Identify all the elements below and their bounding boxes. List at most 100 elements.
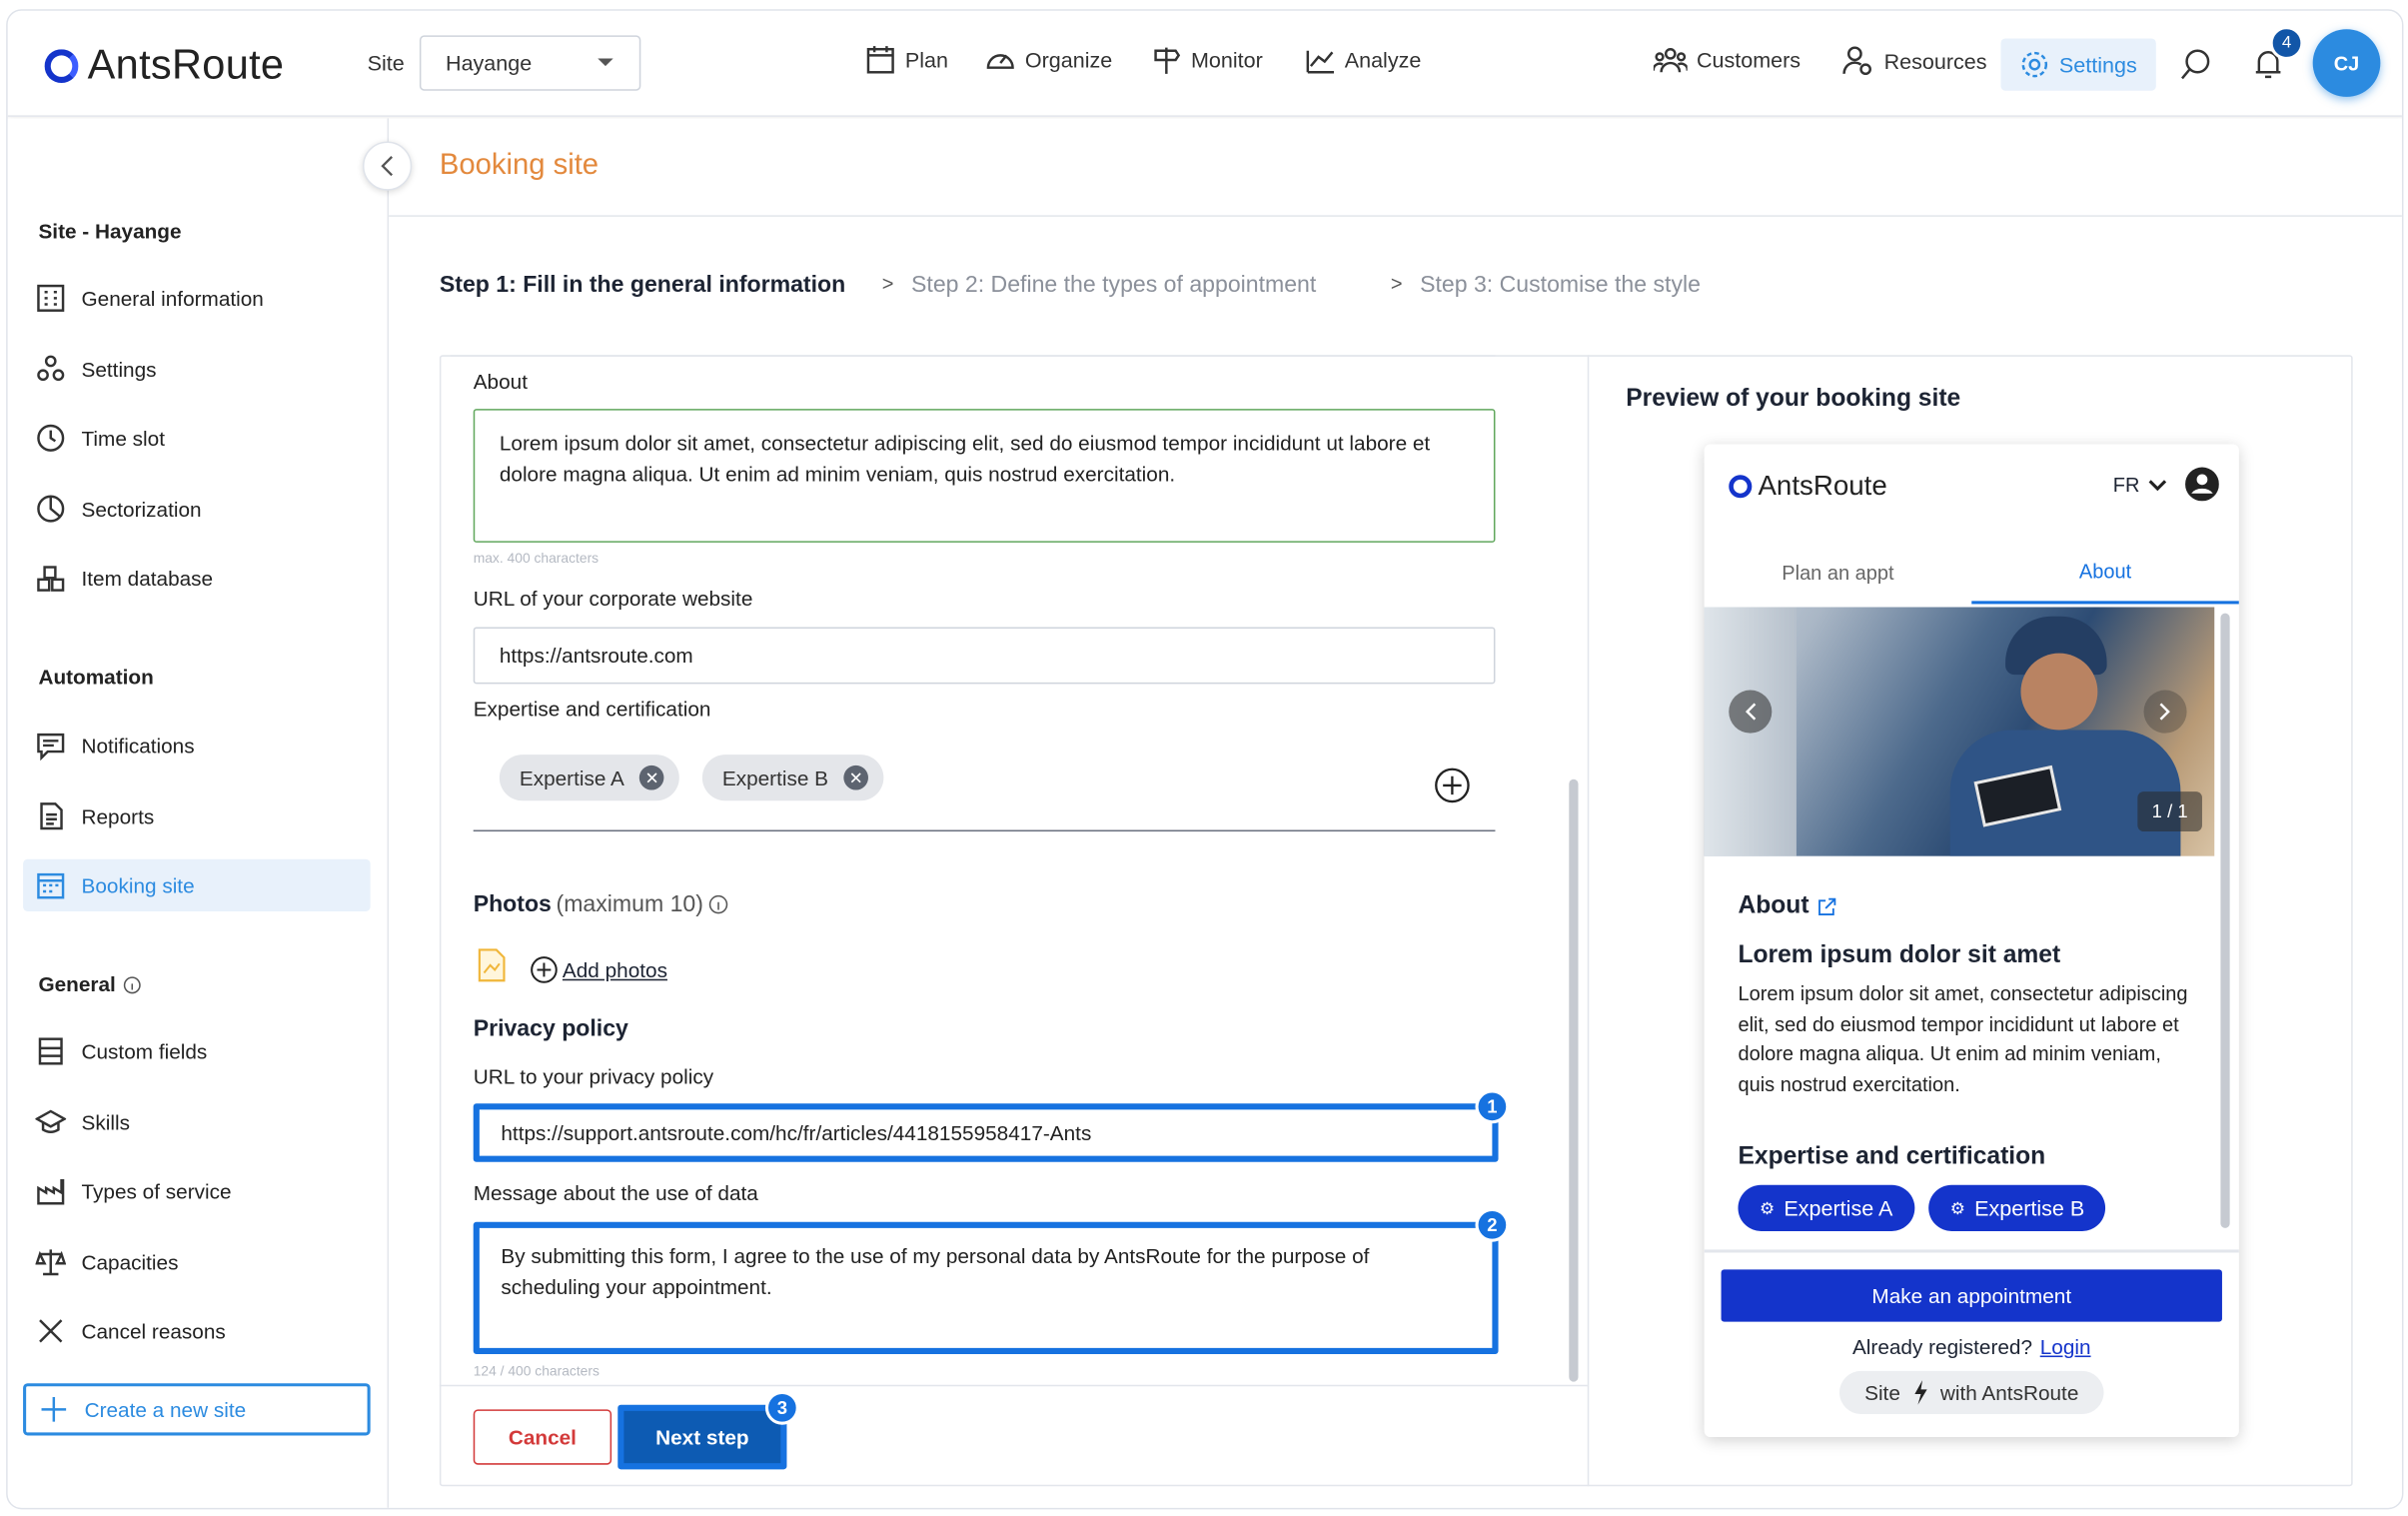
chevron-right-icon <box>2159 703 2170 721</box>
form-scrollbar[interactable] <box>1569 778 1579 1382</box>
preview-expertise-chip: ⚙ Expertise B <box>1928 1184 2106 1231</box>
cancel-button[interactable]: Cancel <box>473 1409 612 1465</box>
search-icon <box>2181 49 2210 80</box>
sidebar-item-notifications[interactable]: Notifications <box>23 720 371 771</box>
login-link[interactable]: Login <box>2040 1336 2091 1359</box>
preview-tab-plan[interactable]: Plan an appt <box>1705 540 1972 605</box>
preview-scrollbar[interactable] <box>2220 613 2230 1228</box>
site-select[interactable]: Hayange <box>419 35 641 91</box>
sidebar-item-general-information[interactable]: General information <box>23 272 371 324</box>
add-expertise-button[interactable] <box>1434 766 1471 811</box>
sidebar-item-types-of-service[interactable]: Types of service <box>23 1165 371 1217</box>
registered-text: Already registered? <box>1851 1335 2033 1359</box>
make-appointment-button[interactable]: Make an appointment <box>1721 1269 2222 1322</box>
chevron-down-icon <box>2149 479 2167 491</box>
privacy-url-input[interactable]: https://support.antsroute.com/hc/fr/arti… <box>473 1103 1499 1162</box>
preview-photo: 1 / 1 <box>1704 607 2215 856</box>
clock-icon <box>37 424 65 452</box>
nav-plan-label: Plan <box>904 47 948 73</box>
user-gear-icon <box>1842 46 1871 76</box>
preview-content-title: Lorem ipsum dolor sit amet <box>1738 941 2061 968</box>
sidebar-item-time-slot[interactable]: Time slot <box>23 412 371 464</box>
document-icon <box>40 802 63 830</box>
sidebar-item-skills[interactable]: Skills <box>23 1096 371 1148</box>
data-message-textarea[interactable]: By submitting this form, I agree to the … <box>473 1221 1499 1354</box>
about-textarea[interactable]: Lorem ipsum dolor sit amet, consectetur … <box>473 409 1496 543</box>
chart-icon <box>1306 50 1334 74</box>
nav-customers[interactable]: Customers <box>1653 45 1801 76</box>
signpost-icon <box>1154 47 1181 74</box>
expertise-chip[interactable]: Expertise B ✕ <box>701 755 884 801</box>
message-icon <box>37 733 65 761</box>
remove-chip-icon[interactable]: ✕ <box>639 764 664 790</box>
step-marker-1: 1 <box>1475 1089 1510 1124</box>
gear-icon: ⚙ <box>1949 1199 1965 1218</box>
about-label: About <box>473 370 528 394</box>
sidebar-item-sectorization[interactable]: Sectorization <box>23 483 371 535</box>
nav-analyze[interactable]: Analyze <box>1305 45 1421 76</box>
add-photos-button[interactable]: Add photos <box>531 956 667 984</box>
nav-settings[interactable]: Settings <box>2000 38 2156 91</box>
collapse-sidebar-button[interactable] <box>362 141 413 191</box>
nav-monitor-label: Monitor <box>1190 47 1263 73</box>
plus-circle-icon <box>531 956 558 983</box>
chevron-left-icon <box>1745 703 1757 721</box>
data-message-label: Message about the use of data <box>473 1181 758 1205</box>
sidebar-item-capacities[interactable]: Capacities <box>23 1236 371 1288</box>
create-site-button[interactable]: Create a new site <box>23 1383 371 1436</box>
photos-hint: (maximum 10) <box>556 891 703 918</box>
account-icon[interactable] <box>2185 467 2219 510</box>
step-marker-3: 3 <box>764 1390 799 1425</box>
divider <box>389 215 2402 217</box>
nav-resources[interactable]: Resources <box>1841 45 1987 79</box>
expertise-chip[interactable]: Expertise A ✕ <box>499 755 680 801</box>
preview-chip-label: Expertise B <box>1974 1195 2085 1221</box>
nav-monitor[interactable]: Monitor <box>1151 45 1263 76</box>
preview-expertise-heading: Expertise and certification <box>1738 1143 2046 1170</box>
calendar-icon <box>37 872 65 899</box>
step-separator: > <box>881 272 894 296</box>
logo[interactable]: AntsRoute <box>44 41 285 90</box>
remove-chip-icon[interactable]: ✕ <box>843 764 869 790</box>
sidebar-item-label: Types of service <box>81 1179 232 1203</box>
preview-expertise-chip: ⚙ Expertise A <box>1738 1184 1914 1231</box>
sidebar-section-automation: Automation <box>38 665 154 690</box>
website-input[interactable]: https://antsroute.com <box>473 627 1496 685</box>
search-button[interactable] <box>2179 48 2213 90</box>
graduation-cap-icon <box>35 1109 67 1133</box>
preview-tab-about[interactable]: About <box>1971 540 2239 605</box>
sidebar-item-custom-fields[interactable]: Custom fields <box>23 1025 371 1077</box>
sidebar-item-booking-site[interactable]: Booking site <box>23 858 371 912</box>
preview-title: Preview of your booking site <box>1626 386 1961 413</box>
step-3[interactable]: Step 3: Customise the style <box>1420 272 1701 298</box>
sidebar-item-cancel-reasons[interactable]: Cancel reasons <box>23 1305 371 1357</box>
nav-organize[interactable]: Organize <box>985 45 1112 76</box>
plus-icon <box>41 1397 67 1422</box>
photo-next-button[interactable] <box>2143 690 2187 734</box>
data-message-hint: 124 / 400 characters <box>473 1363 600 1379</box>
logo-text: AntsRoute <box>87 41 285 88</box>
language-value: FR <box>2112 473 2140 497</box>
sidebar-item-label: Sectorization <box>81 497 202 521</box>
preview-chip-label: Expertise A <box>1784 1195 1893 1221</box>
avatar[interactable]: CJ <box>2312 29 2381 97</box>
step-1[interactable]: Step 1: Fill in the general information <box>440 272 845 298</box>
sidebar-item-item-database[interactable]: Item database <box>23 552 371 604</box>
language-select[interactable]: FR <box>2113 474 2167 497</box>
sidebar-item-settings[interactable]: Settings <box>23 343 371 395</box>
sidebar-item-label: Cancel reasons <box>81 1319 226 1343</box>
sidebar-item-label: Item database <box>81 566 214 590</box>
page-title: Booking site <box>439 149 600 182</box>
step-2[interactable]: Step 2: Define the types of appointment <box>911 272 1316 298</box>
next-step-button[interactable]: Next step <box>617 1404 787 1470</box>
chip-label: Expertise B <box>721 765 829 789</box>
powered-by-badge: Site with AntsRoute <box>1838 1370 2104 1414</box>
privacy-url-label: URL to your privacy policy <box>473 1064 714 1088</box>
sidebar-item-reports[interactable]: Reports <box>23 790 371 842</box>
external-link-icon <box>1818 897 1836 916</box>
photo-prev-button[interactable] <box>1729 690 1773 734</box>
nav-plan[interactable]: Plan <box>865 45 948 76</box>
photo-counter: 1 / 1 <box>2137 791 2202 832</box>
sidebar-item-label: Notifications <box>81 734 195 758</box>
create-site-label: Create a new site <box>84 1397 247 1421</box>
